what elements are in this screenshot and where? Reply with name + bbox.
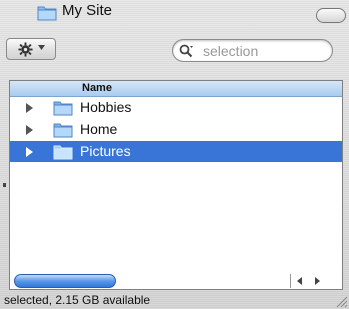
scroll-left-icon[interactable] xyxy=(297,277,302,285)
window-title: My Site xyxy=(62,2,113,19)
disclosure-triangle-icon[interactable] xyxy=(26,147,33,157)
divider-mark xyxy=(3,183,6,187)
column-header-label: Name xyxy=(82,82,112,94)
folder-icon xyxy=(53,145,73,160)
finder-window: My Site selection Name Hobbies Home Pict… xyxy=(0,0,349,309)
folder-icon xyxy=(53,101,73,116)
disclosure-triangle-icon[interactable] xyxy=(26,103,33,113)
search-input[interactable] xyxy=(203,41,323,60)
column-header-name[interactable]: Name xyxy=(10,81,342,97)
list-item-label: Home xyxy=(80,121,118,137)
file-list[interactable]: Name Hobbies Home Pictures xyxy=(9,80,343,290)
folder-icon xyxy=(53,123,73,138)
list-item[interactable]: Hobbies xyxy=(10,97,342,118)
search-field[interactable] xyxy=(172,39,333,62)
folder-icon xyxy=(37,6,57,21)
scroll-right-icon[interactable] xyxy=(315,277,320,285)
search-icon xyxy=(179,44,193,58)
list-item-label: Pictures xyxy=(80,143,131,159)
action-menu-button[interactable] xyxy=(6,38,56,60)
list-item-label: Hobbies xyxy=(80,99,132,115)
gear-icon xyxy=(18,42,33,57)
list-item-selected[interactable]: Pictures xyxy=(10,141,342,162)
list-item[interactable]: Home xyxy=(10,119,342,140)
disclosure-triangle-icon[interactable] xyxy=(26,125,33,135)
scroll-arrows xyxy=(290,274,331,288)
status-bar-text: selected, 2.15 GB available xyxy=(4,293,151,307)
resize-grip-icon[interactable] xyxy=(334,294,348,308)
scrollbar-thumb[interactable] xyxy=(14,274,116,288)
chevron-down-icon xyxy=(38,45,45,50)
horizontal-scrollbar[interactable] xyxy=(14,274,330,288)
title-bar[interactable]: My Site xyxy=(0,0,349,30)
toolbar-toggle-button[interactable] xyxy=(316,8,346,23)
